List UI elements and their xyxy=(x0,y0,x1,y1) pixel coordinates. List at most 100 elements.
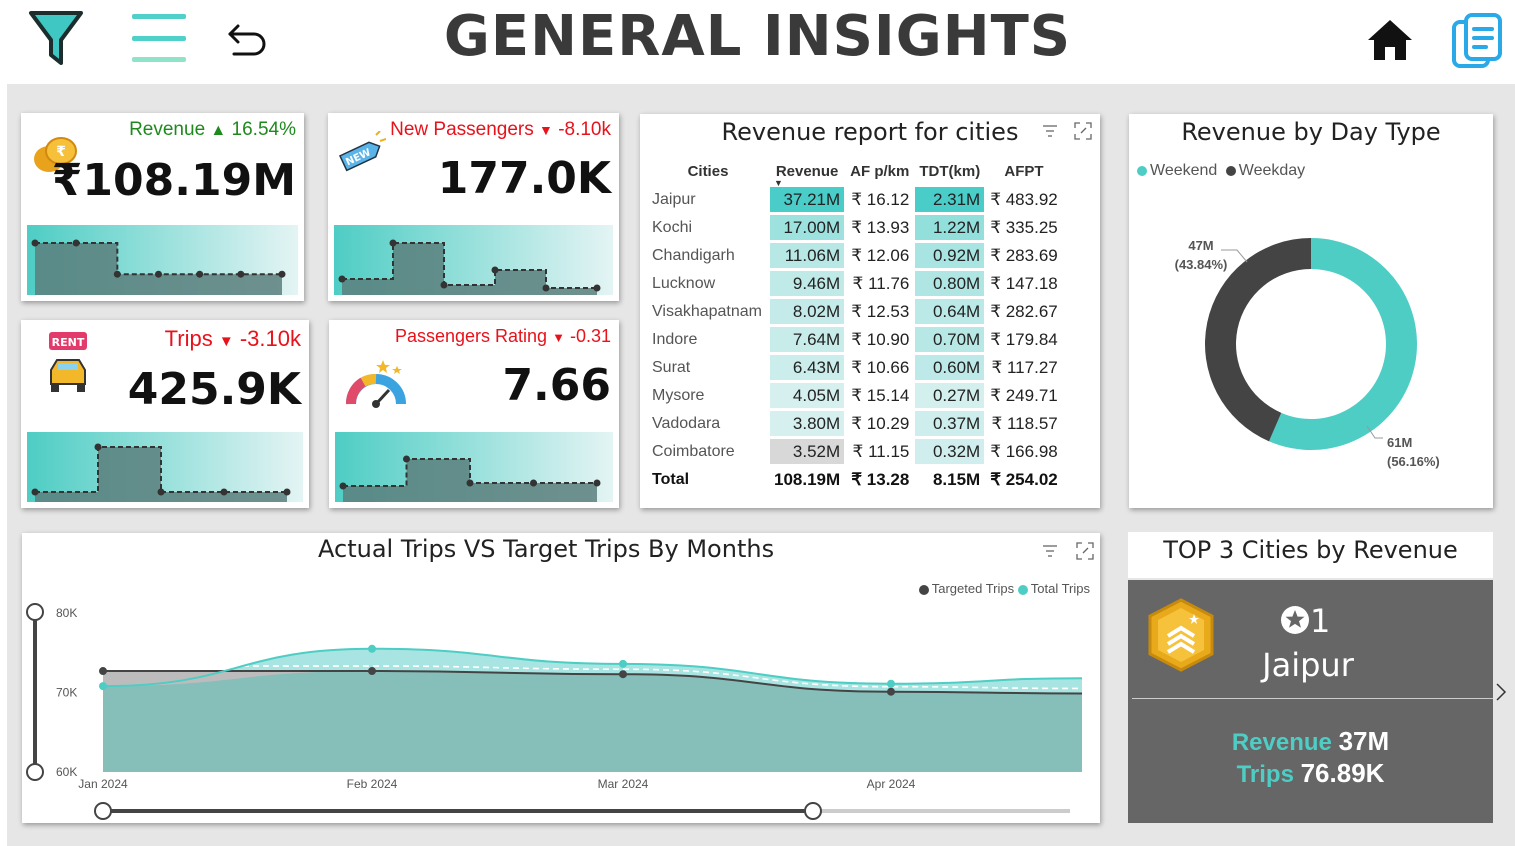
total-trips-point xyxy=(887,679,895,688)
value-cell: ₹ 283.69 xyxy=(990,245,1058,265)
value-cell: 37.21M xyxy=(770,187,845,212)
sparkline-point xyxy=(237,270,245,278)
table-row[interactable]: Mysore 4.05M ₹ 15.14 0.27M ₹ 249.71 xyxy=(648,383,1062,408)
trips-sparkline xyxy=(27,432,303,502)
table-row[interactable]: Indore 7.64M ₹ 10.90 0.70M ₹ 179.84 xyxy=(648,327,1062,352)
y-tick-label: 80K xyxy=(56,606,77,620)
top3-divider xyxy=(1132,698,1493,699)
x-range-handle-right[interactable] xyxy=(804,802,822,820)
sparkline-point xyxy=(31,239,39,247)
value-cell: ₹ 10.66 xyxy=(851,357,910,377)
weekday-pct-label: (43.84%) xyxy=(1175,257,1228,272)
total-cell: 108.19M xyxy=(774,469,841,489)
city-cell: Vadodara xyxy=(652,414,721,432)
value-cell: 1.22M xyxy=(915,215,985,240)
page-title: GENERAL INSIGHTS xyxy=(443,4,1072,69)
revenue-sparkline xyxy=(27,225,298,295)
value-cell: 6.43M xyxy=(770,355,845,380)
column-header[interactable]: AF p/km xyxy=(846,163,913,184)
rating-kpi-card[interactable]: Passengers Rating ▼ -0.31 7.66 xyxy=(329,320,619,508)
new-passengers-kpi-card[interactable]: NEW New Passengers ▼ -8.10k 177.0K xyxy=(328,113,619,301)
revenue-report-card: Revenue report for cities Cities Revenue… xyxy=(640,114,1100,508)
column-header[interactable]: TDT(km) xyxy=(915,163,984,184)
value-cell: 0.92M xyxy=(915,243,985,268)
trips-vs-target-card: Actual Trips VS Target Trips By Months T… xyxy=(22,533,1100,823)
table-row[interactable]: Vadodara 3.80M ₹ 10.29 0.37M ₹ 118.57 xyxy=(648,411,1062,436)
total-cell: 8.15M xyxy=(932,469,981,489)
value-cell: 0.64M xyxy=(915,299,985,324)
x-tick-label: Feb 2024 xyxy=(347,777,398,791)
legend-item-weekend[interactable]: Weekend xyxy=(1137,162,1217,179)
table-row[interactable]: Coimbatore 3.52M ₹ 11.15 0.32M ₹ 166.98 xyxy=(648,439,1062,464)
value-cell: 0.37M xyxy=(915,411,985,436)
filter-lines-icon[interactable] xyxy=(1042,124,1058,138)
value-cell: 17.00M xyxy=(770,215,845,240)
weekend-value-label: 61M xyxy=(1387,435,1412,450)
value-cell: ₹ 335.25 xyxy=(990,217,1058,237)
x-range-handle-left[interactable] xyxy=(94,802,112,820)
dashboard-canvas: ₹ Revenue ▲ 16.54% ₹108.19M NEW New Pass… xyxy=(7,84,1515,846)
revenue-report-title: Revenue report for cities xyxy=(721,118,1019,146)
y-range-handle-top[interactable] xyxy=(26,603,44,621)
city-cell: Kochi xyxy=(652,218,693,236)
table-row[interactable]: Surat 6.43M ₹ 10.66 0.60M ₹ 117.27 xyxy=(648,355,1062,380)
home-icon[interactable] xyxy=(1366,18,1414,62)
value-cell: 0.27M xyxy=(915,383,985,408)
value-cell: ₹ 10.29 xyxy=(851,413,910,433)
value-cell: ₹ 12.53 xyxy=(851,301,910,321)
revenue-kpi-label: Revenue ▲ 16.54% xyxy=(129,119,296,140)
table-row[interactable]: Lucknow 9.46M ₹ 11.76 0.80M ₹ 147.18 xyxy=(648,271,1062,296)
focus-mode-icon[interactable] xyxy=(1074,122,1092,140)
sparkline-point xyxy=(593,479,601,487)
new-passengers-sparkline xyxy=(334,225,613,295)
value-cell: 0.60M xyxy=(915,355,985,380)
sparkline-point xyxy=(157,488,165,496)
sparkline-point xyxy=(339,482,347,490)
x-tick-label: Mar 2024 xyxy=(598,777,649,791)
y-range-handle-bottom[interactable] xyxy=(26,763,44,781)
legend-item-weekday[interactable]: Weekday xyxy=(1225,162,1305,179)
column-header[interactable]: Cities xyxy=(648,163,768,184)
day-type-card: Revenue by Day Type Weekend Weekday 47M … xyxy=(1129,114,1493,508)
trend-up-icon: ▲ xyxy=(210,122,227,139)
value-cell: ₹ 16.12 xyxy=(851,189,910,209)
top3-title: TOP 3 Cities by Revenue xyxy=(1163,536,1458,564)
trend-down-icon: ▼ xyxy=(539,122,553,138)
table-row[interactable]: Chandigarh 11.06M ₹ 12.06 0.92M ₹ 283.69 xyxy=(648,243,1062,268)
top-city-revenue: Revenue 37M xyxy=(1231,726,1390,756)
city-cell: Visakhapatnam xyxy=(652,302,762,320)
day-type-legend: Weekend Weekday xyxy=(1137,162,1305,180)
city-cell: Lucknow xyxy=(652,274,716,292)
sparkline-point xyxy=(196,270,204,278)
sparkline-point xyxy=(283,488,291,496)
value-cell: ₹ 10.90 xyxy=(851,329,910,349)
value-cell: ₹ 147.18 xyxy=(990,273,1058,293)
rent-car-icon: RENT xyxy=(49,332,87,392)
top3-city-card[interactable]: 1 Jaipur Revenue 37M Trips 76.89K xyxy=(1128,580,1493,823)
table-row[interactable]: Kochi 17.00M ₹ 13.93 1.22M ₹ 335.25 xyxy=(648,215,1062,240)
report-icon[interactable] xyxy=(1450,12,1506,70)
column-header[interactable]: Revenue ▼ xyxy=(770,163,844,188)
rating-kpi-label: Passengers Rating ▼ -0.31 xyxy=(394,326,611,346)
total-trips-point xyxy=(368,644,376,653)
total-cell: Total xyxy=(652,470,690,488)
value-cell: 2.31M xyxy=(915,187,985,212)
trend-down-icon: ▼ xyxy=(552,330,565,345)
sort-desc-icon: ▼ xyxy=(774,178,783,188)
value-cell: ₹ 12.06 xyxy=(851,245,910,265)
value-cell: 0.80M xyxy=(915,271,985,296)
revenue-kpi-card[interactable]: ₹ Revenue ▲ 16.54% ₹108.19M xyxy=(21,113,304,301)
rank-line: 1 xyxy=(1280,602,1330,640)
targeted-trips-point xyxy=(619,670,627,679)
next-chevron-icon[interactable] xyxy=(1494,682,1508,702)
value-cell: 0.70M xyxy=(915,327,985,352)
weekend-pct-label: (56.16%) xyxy=(1387,454,1440,469)
value-cell: 3.52M xyxy=(770,439,845,464)
table-total-row: Total 108.19M ₹ 13.28 8.15M ₹ 254.02 xyxy=(648,467,1062,492)
table-row[interactable]: Jaipur 37.21M ₹ 16.12 2.31M ₹ 483.92 xyxy=(648,187,1062,212)
value-cell: 0.32M xyxy=(915,439,985,464)
table-row[interactable]: Visakhapatnam 8.02M ₹ 12.53 0.64M ₹ 282.67 xyxy=(648,299,1062,324)
total-cell: ₹ 254.02 xyxy=(990,469,1058,489)
column-header[interactable]: AFPT xyxy=(986,163,1062,184)
trips-kpi-card[interactable]: RENT Trips ▼ -3.10k 425.9K xyxy=(21,320,309,508)
